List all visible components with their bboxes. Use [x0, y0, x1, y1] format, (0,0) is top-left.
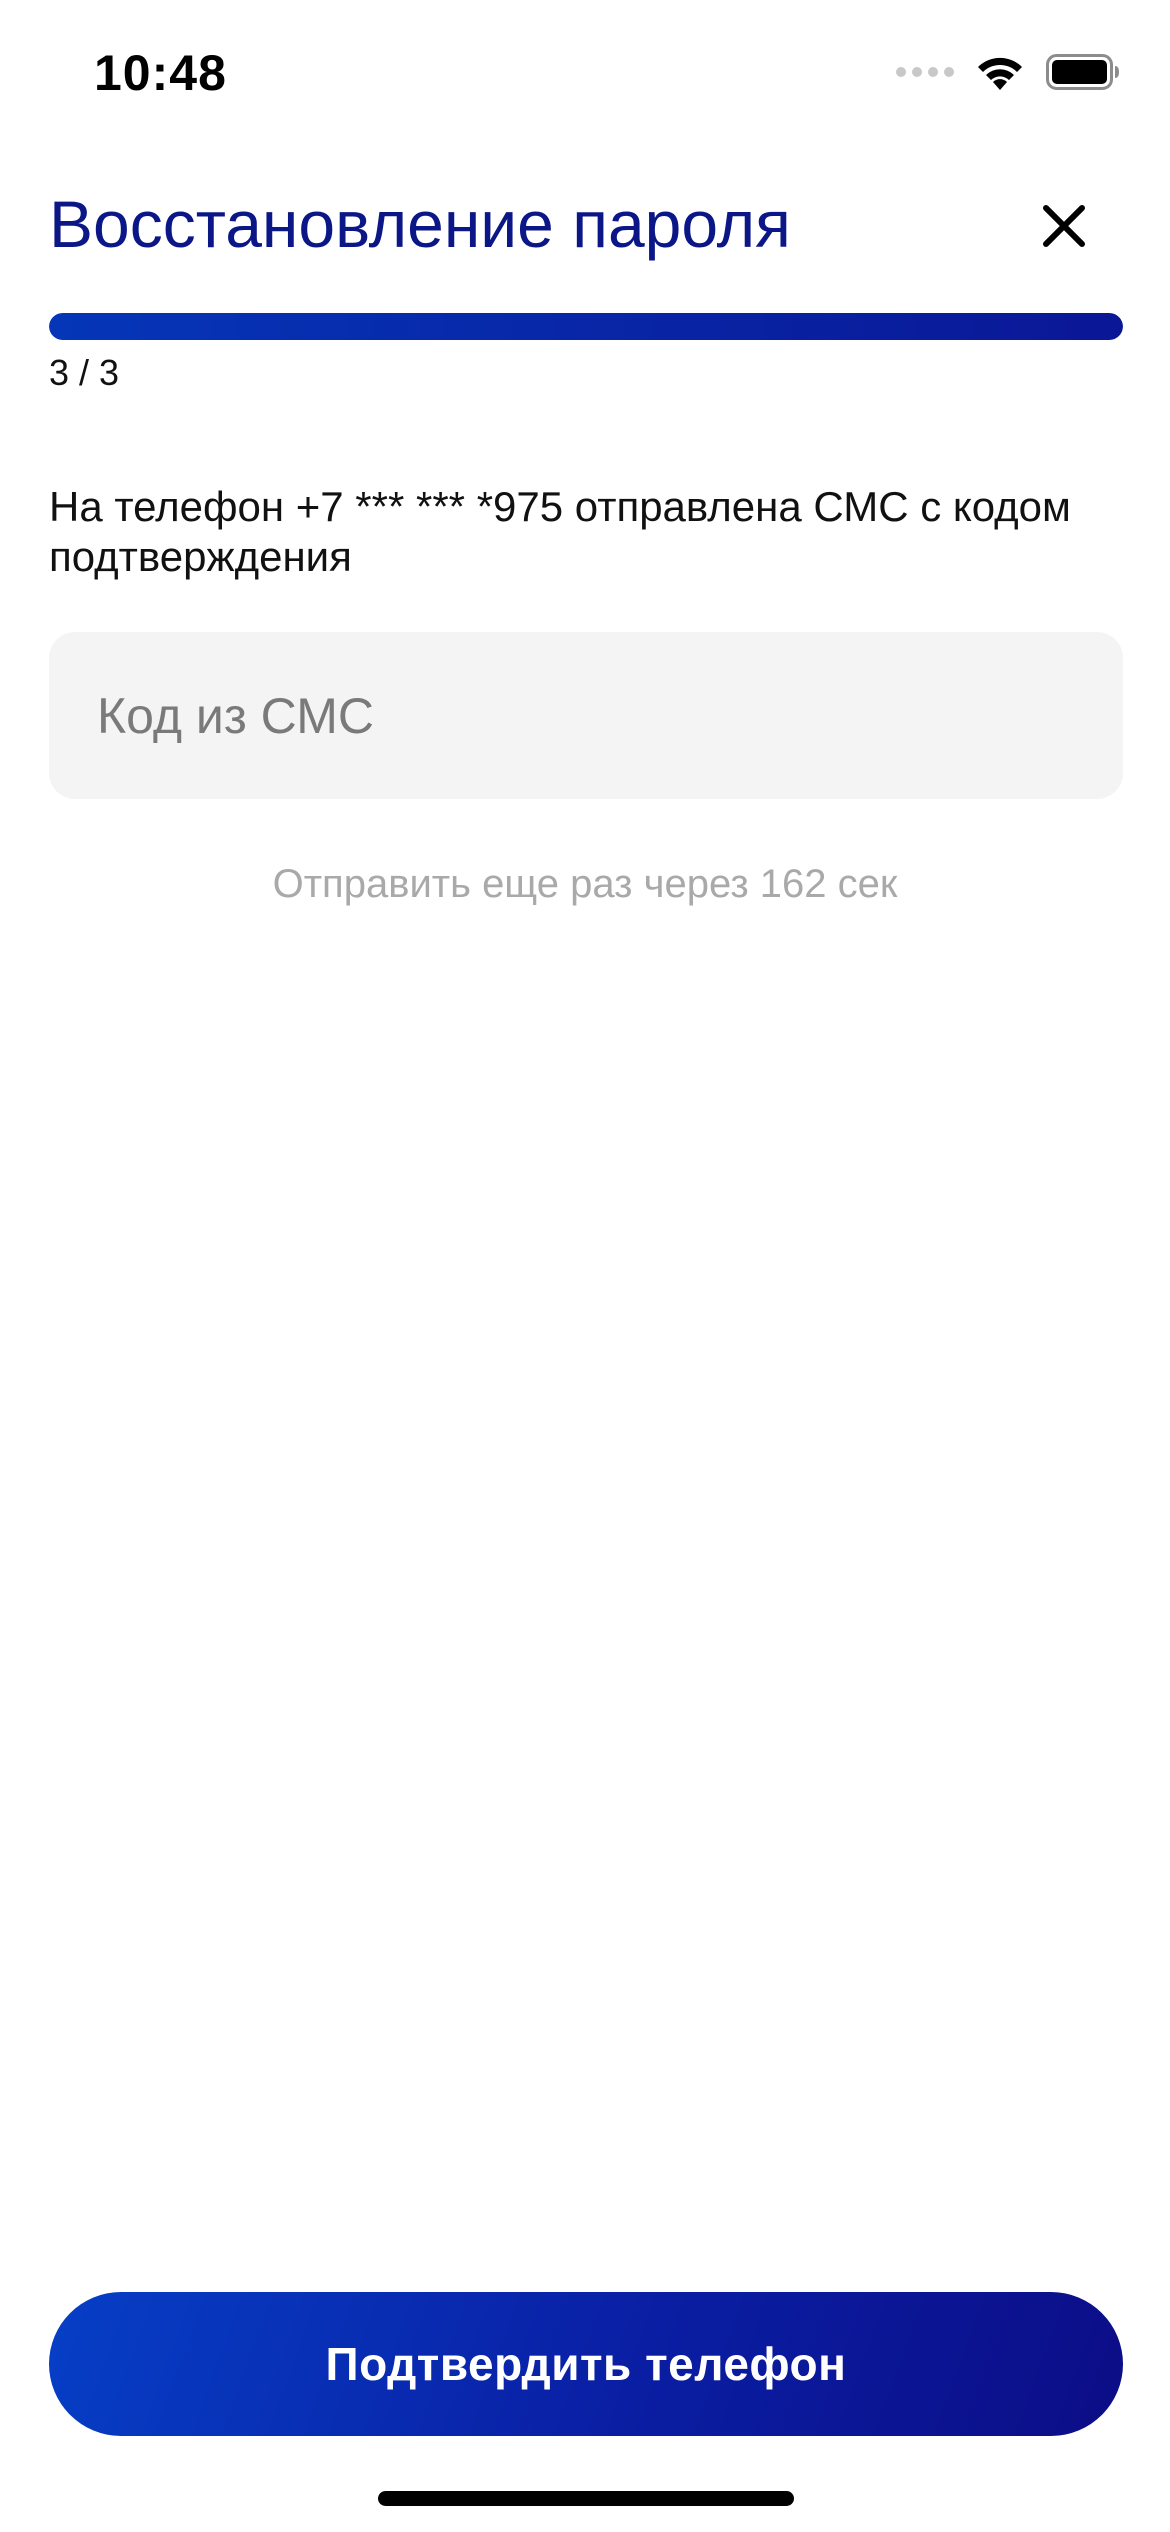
wifi-icon	[978, 57, 1022, 90]
resend-timer-text: Отправить еще раз через 162 сек	[272, 862, 898, 906]
signal-icon	[896, 67, 954, 77]
close-button[interactable]	[1038, 200, 1090, 252]
sms-sent-info: На телефон +7 *** *** *975 отправлена СМ…	[49, 483, 1071, 580]
confirm-phone-button[interactable]: Подтвердить телефон	[49, 2292, 1123, 2436]
step-counter: 3 / 3	[49, 352, 120, 393]
status-icons	[896, 52, 1120, 92]
battery-icon	[1046, 54, 1119, 90]
home-indicator[interactable]	[378, 2491, 794, 2506]
password-recovery-screen: 10:48 Восстановление пароля 3 / 3 На тел…	[0, 0, 1170, 2532]
sms-code-input[interactable]	[49, 632, 1123, 799]
status-time: 10:48	[94, 45, 227, 101]
close-icon[interactable]	[1038, 200, 1090, 252]
progress-fill	[49, 313, 1123, 340]
progress-bar	[49, 313, 1123, 340]
sms-code-field[interactable]	[49, 632, 1123, 799]
page-title: Восстановление пароля	[49, 187, 791, 261]
status-bar: 10:48	[0, 0, 1170, 140]
